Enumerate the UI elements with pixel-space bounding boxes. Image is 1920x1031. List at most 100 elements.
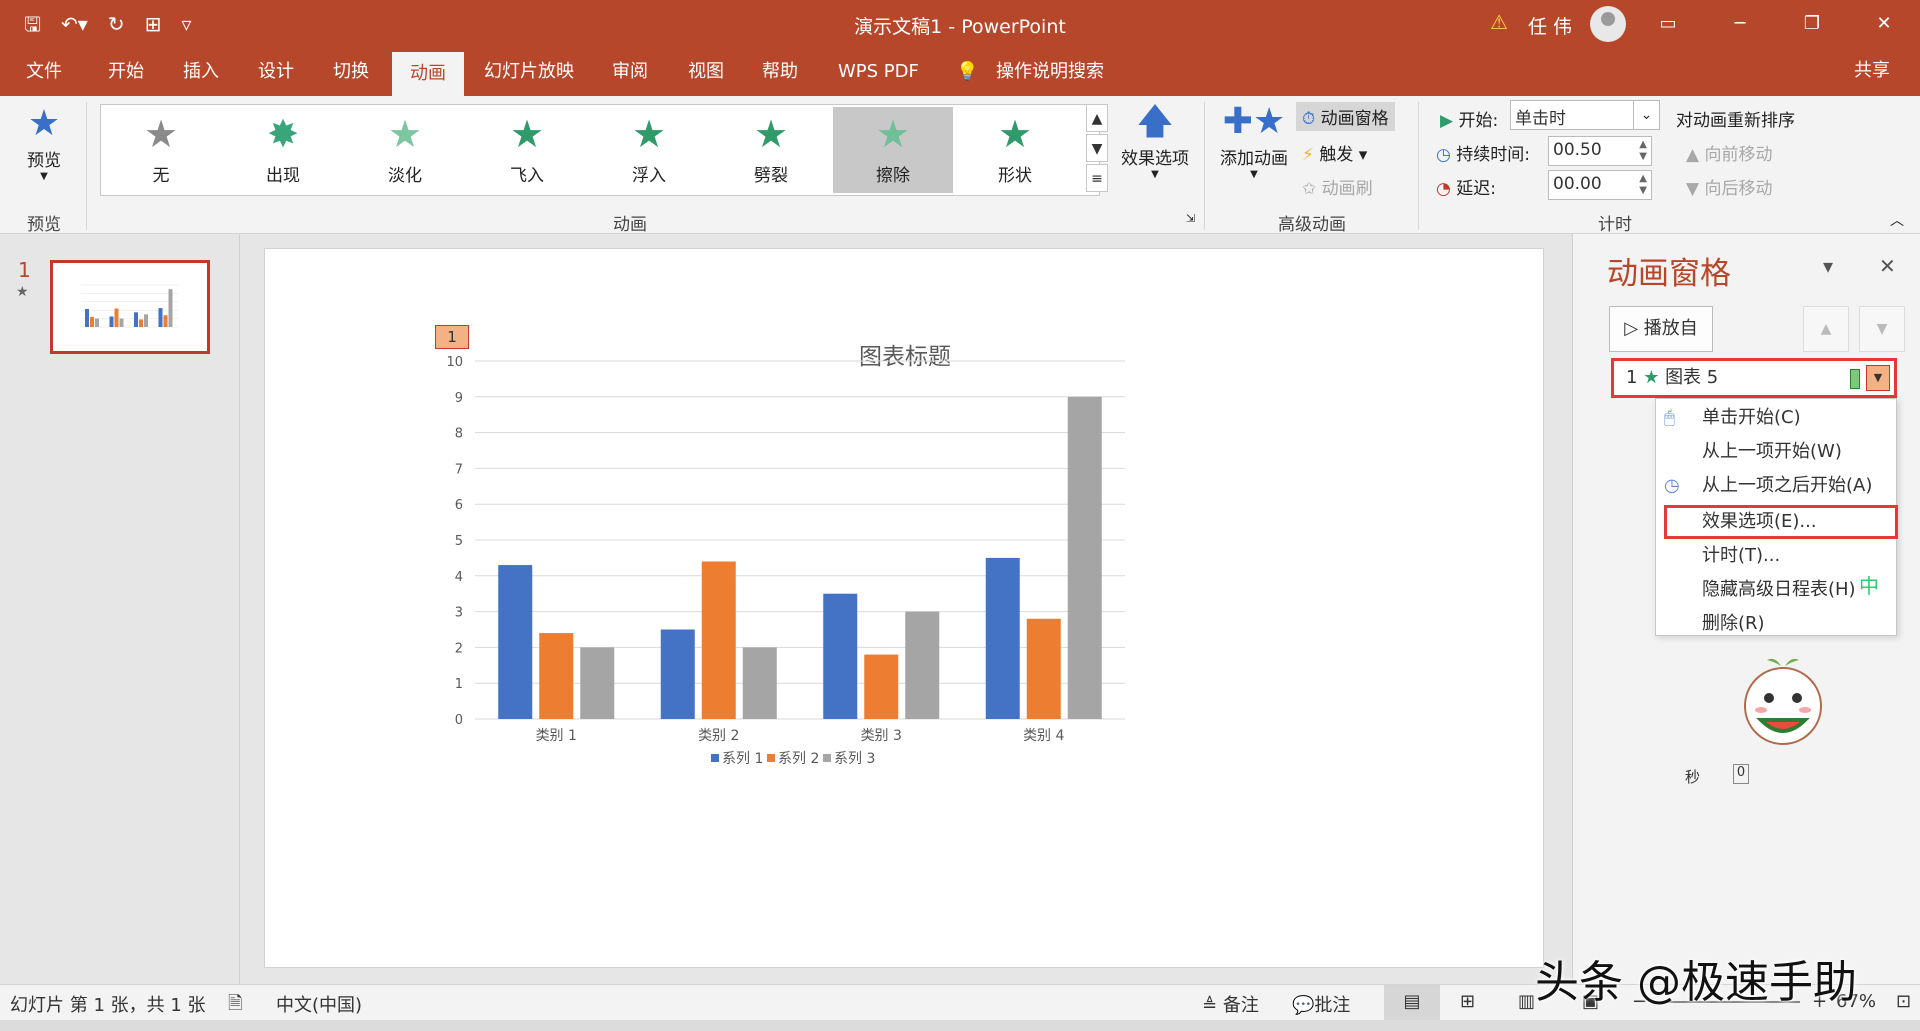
language-indicator[interactable]: 中文(中国) <box>276 991 362 1017</box>
tab-design[interactable]: 设计 <box>258 48 294 96</box>
slide-canvas[interactable]: 1 图表标题 0 1 2 3 4 5 6 7 8 9 10 类别 1 类别 2 类别 3 类别 4 系列 … <box>264 248 1544 968</box>
triangle-down-icon: ▼ <box>1686 179 1700 199</box>
bar-chart[interactable]: 0 1 2 3 4 5 6 7 8 9 10 类别 1 类别 2 类别 3 类别 4 系列 1 系列 2 系列… <box>265 249 1545 969</box>
gallery-scroll-up[interactable]: ▲ <box>1086 104 1108 132</box>
tab-transitions[interactable]: 切换 <box>333 48 369 96</box>
start-select[interactable]: 单击时 ⌄ <box>1510 100 1660 130</box>
animation-pane-button[interactable]: ⏱ 动画窗格 <box>1296 102 1395 131</box>
gallery-item-appear[interactable]: ✸ 出现 <box>223 107 343 193</box>
bar-3-2[interactable] <box>742 647 777 719</box>
bar-2-2[interactable] <box>701 561 736 719</box>
gallery-scroll-down[interactable]: ▼ <box>1086 134 1108 162</box>
bar-2-4[interactable] <box>1026 618 1061 719</box>
reading-view-icon[interactable]: ▥ <box>1518 991 1535 1012</box>
effect-options-button[interactable]: 🡅 效果选项 ▼ <box>1112 100 1198 180</box>
legend-label: 系列 2 <box>778 751 819 767</box>
move-earlier-button[interactable]: ▲ 向前移动 <box>1686 140 1772 165</box>
spin-up-icon[interactable]: ▲ <box>1639 139 1647 151</box>
tab-slideshow[interactable]: 幻灯片放映 <box>484 48 574 96</box>
legend-swatch <box>767 754 775 762</box>
seconds-box[interactable]: 0 <box>1733 764 1749 784</box>
normal-view-button[interactable]: ▤ <box>1384 985 1440 1020</box>
menu-timing[interactable]: 计时(T)... <box>1656 539 1896 573</box>
tell-me-search[interactable]: 操作说明搜索 <box>996 48 1104 96</box>
item-dropdown-button[interactable]: ▼ <box>1866 365 1890 391</box>
separator <box>86 102 87 230</box>
dialog-launcher-icon[interactable]: ⇲ <box>1186 212 1195 225</box>
delay-input[interactable]: 00.00 ▲ ▼ <box>1548 170 1652 200</box>
gallery-more[interactable]: ≡ <box>1086 164 1108 192</box>
bar-3-4[interactable] <box>1067 396 1102 719</box>
tab-insert[interactable]: 插入 <box>183 48 219 96</box>
menu-effect-options[interactable]: 效果选项(E)... <box>1664 505 1898 539</box>
share-button[interactable]: 共享 <box>1800 54 1890 88</box>
spin-up-icon[interactable]: ▲ <box>1639 173 1647 185</box>
tab-wps-pdf[interactable]: WPS PDF <box>838 48 919 96</box>
collapse-ribbon-icon[interactable]: ︿ <box>1890 210 1904 230</box>
pane-options-icon[interactable]: ▾ <box>1823 254 1833 278</box>
bar-2-3[interactable] <box>864 654 899 719</box>
gallery-item-float-in[interactable]: ★ 浮入 <box>589 107 709 193</box>
bar-1-3[interactable] <box>823 593 858 719</box>
move-up-button[interactable]: ▲ <box>1803 306 1849 352</box>
ribbon-display-icon[interactable]: ▭ <box>1632 0 1704 48</box>
animation-painter-button[interactable]: ✩ 动画刷 <box>1302 174 1373 199</box>
spin-down-icon[interactable]: ▼ <box>1639 151 1647 163</box>
notes-button[interactable]: ≜ 备注 <box>1202 991 1259 1017</box>
gallery-item-wipe[interactable]: ★ 擦除 <box>833 107 953 193</box>
slide-sorter-icon[interactable]: ⊞ <box>1460 991 1475 1012</box>
tab-file[interactable]: 文件 <box>26 48 62 96</box>
animation-painter-icon: ✩ <box>1302 179 1317 199</box>
restore-icon[interactable]: ❐ <box>1776 0 1848 48</box>
avatar[interactable] <box>1590 6 1626 42</box>
bar-3-1[interactable] <box>580 647 615 719</box>
bar-2-1[interactable] <box>539 633 574 719</box>
star-icon: ★ <box>631 112 667 156</box>
gallery-item-split[interactable]: ★ 劈裂 <box>711 107 831 193</box>
slide-thumbnail[interactable] <box>50 260 210 354</box>
title-bar: 🖫 ↶▾ ↻ ⊞ ▿ 演示文稿1 - PowerPoint ⚠ 任 伟 ▭ ─ … <box>0 0 1920 48</box>
menu-delete[interactable]: 删除(R) <box>1656 607 1896 641</box>
triangle-up-icon: ▲ <box>1686 145 1700 165</box>
tab-animations[interactable]: 动画 <box>392 52 464 96</box>
spellcheck-icon[interactable]: 🗎 <box>228 991 242 1021</box>
comments-button[interactable]: 💬批注 <box>1292 991 1350 1017</box>
y-tick-label: 8 <box>455 427 463 442</box>
user-name[interactable]: 任 伟 <box>1528 12 1572 39</box>
add-animation-button[interactable]: ✚★ 添加动画 ▼ <box>1214 100 1294 180</box>
move-down-button[interactable]: ▼ <box>1859 306 1905 352</box>
menu-start-on-click[interactable]: 🖱 单击开始(C) <box>1656 401 1896 435</box>
animation-list-item[interactable]: 1 ★ 图表 5 ▼ <box>1611 358 1897 398</box>
play-from-button[interactable]: ▷ 播放自 <box>1609 306 1713 352</box>
y-tick-label: 0 <box>455 713 463 728</box>
tab-home[interactable]: 开始 <box>108 48 144 96</box>
bar-1-4[interactable] <box>985 557 1020 719</box>
y-tick-label: 10 <box>446 355 463 370</box>
gallery-item-fly-in[interactable]: ★ 飞入 <box>467 107 587 193</box>
spin-down-icon[interactable]: ▼ <box>1639 185 1647 197</box>
trigger-button[interactable]: ⚡ 触发 ▾ <box>1302 140 1367 165</box>
tab-help[interactable]: 帮助 <box>762 48 798 96</box>
x-tick-label: 类别 3 <box>861 728 902 744</box>
close-icon[interactable]: ✕ <box>1848 0 1920 48</box>
fit-slide-icon[interactable]: ⊡ <box>1896 991 1911 1012</box>
bar-1-2[interactable] <box>660 629 695 720</box>
tell-me-icon[interactable]: 💡 <box>956 48 978 96</box>
thumb-bar <box>114 308 119 327</box>
minimize-icon[interactable]: ─ <box>1704 0 1776 48</box>
warning-icon[interactable]: ⚠ <box>1490 10 1508 34</box>
bar-1-1[interactable] <box>498 565 533 719</box>
gallery-item-fade[interactable]: ★ 淡化 <box>345 107 465 193</box>
move-later-button[interactable]: ▼ 向后移动 <box>1686 174 1772 199</box>
tab-review[interactable]: 审阅 <box>612 48 648 96</box>
tab-view[interactable]: 视图 <box>688 48 724 96</box>
gallery-item-none[interactable]: ★ 无 <box>101 107 221 193</box>
bar-3-3[interactable] <box>905 611 940 719</box>
menu-start-with-previous[interactable]: 从上一项开始(W) <box>1656 435 1896 469</box>
preview-button[interactable]: ★ 预览 ▼ <box>14 102 74 182</box>
star-icon: ★ <box>753 112 789 156</box>
close-icon[interactable]: ✕ <box>1879 254 1896 278</box>
gallery-item-shape[interactable]: ★ 形状 <box>955 107 1075 193</box>
menu-start-after-previous[interactable]: ◷ 从上一项之后开始(A) <box>1656 469 1896 503</box>
duration-input[interactable]: 00.50 ▲ ▼ <box>1548 136 1652 166</box>
